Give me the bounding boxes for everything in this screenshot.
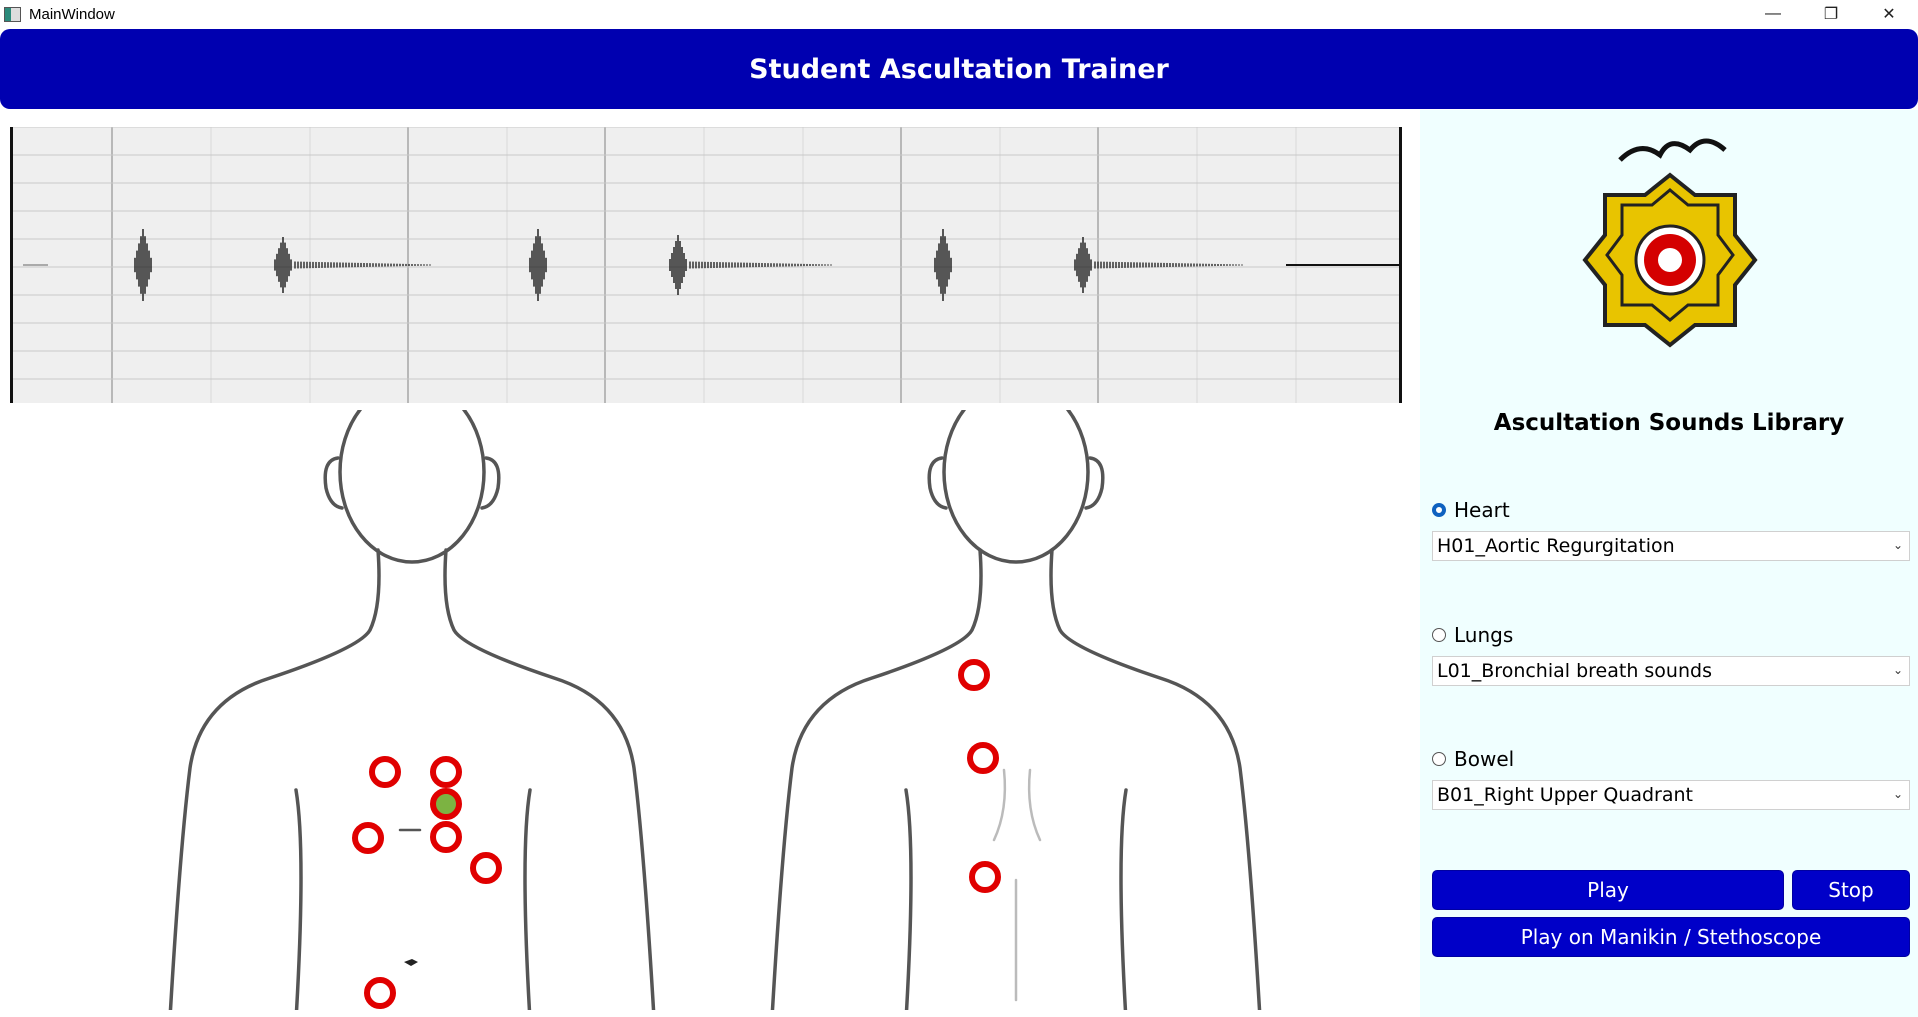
auscultation-point[interactable]	[430, 756, 462, 788]
lungs-sound-select[interactable]: L01_Bronchial breath sounds ⌄	[1432, 656, 1910, 686]
body-diagrams	[0, 380, 1400, 1017]
minimize-button[interactable]: —	[1744, 0, 1802, 28]
college-crest-logo	[1580, 130, 1760, 360]
auscultation-point[interactable]	[430, 821, 462, 853]
heart-sound-select[interactable]: H01_Aortic Regurgitation ⌄	[1432, 531, 1910, 561]
heart-sound-value: H01_Aortic Regurgitation	[1437, 535, 1675, 557]
waveform-plot	[13, 127, 1399, 403]
auscultation-markers	[352, 659, 1001, 1009]
auscultation-point-active[interactable]	[430, 788, 462, 820]
radio-lungs[interactable]: Lungs	[1432, 623, 1513, 647]
maximize-button[interactable]: ❐	[1802, 0, 1860, 28]
chevron-down-icon: ⌄	[1892, 538, 1903, 552]
auscultation-point[interactable]	[958, 659, 990, 691]
auscultation-point[interactable]	[969, 861, 1001, 893]
bowel-sound-value: B01_Right Upper Quadrant	[1437, 784, 1693, 806]
play-on-manikin-button[interactable]: Play on Manikin / Stethoscope	[1432, 917, 1910, 957]
waveform-display	[10, 127, 1402, 403]
play-button[interactable]: Play	[1432, 870, 1784, 910]
app-header: Student Ascultation Trainer	[0, 29, 1918, 109]
auscultation-point[interactable]	[369, 756, 401, 788]
app-title: Student Ascultation Trainer	[749, 53, 1169, 85]
auscultation-point[interactable]	[364, 977, 396, 1009]
sound-library-panel: Ascultation Sounds Library Heart H01_Aor…	[1420, 110, 1918, 1017]
lungs-sound-value: L01_Bronchial breath sounds	[1437, 660, 1712, 682]
library-title: Ascultation Sounds Library	[1493, 410, 1845, 436]
app-window-icon	[4, 6, 21, 22]
chevron-down-icon: ⌄	[1892, 787, 1903, 801]
back-body-outline	[770, 380, 1262, 1017]
radio-lungs-label: Lungs	[1454, 623, 1514, 647]
auscultation-point[interactable]	[967, 742, 999, 774]
auscultation-point[interactable]	[470, 852, 502, 884]
window-title: MainWindow	[29, 5, 115, 23]
radio-button[interactable]	[1432, 752, 1446, 766]
close-button[interactable]: ✕	[1860, 0, 1918, 28]
front-body-outline	[168, 380, 656, 1017]
stop-button[interactable]: Stop	[1792, 870, 1910, 910]
window-titlebar: MainWindow — ❐ ✕	[0, 0, 1918, 28]
radio-heart[interactable]: Heart	[1432, 498, 1510, 522]
chevron-down-icon: ⌄	[1892, 663, 1903, 677]
auscultation-point[interactable]	[352, 822, 384, 854]
radio-heart-label: Heart	[1454, 498, 1510, 522]
bowel-sound-select[interactable]: B01_Right Upper Quadrant ⌄	[1432, 780, 1910, 810]
radio-button[interactable]	[1432, 628, 1446, 642]
radio-button-checked[interactable]	[1432, 503, 1446, 517]
radio-bowel-label: Bowel	[1454, 747, 1515, 771]
radio-bowel[interactable]: Bowel	[1432, 747, 1514, 771]
